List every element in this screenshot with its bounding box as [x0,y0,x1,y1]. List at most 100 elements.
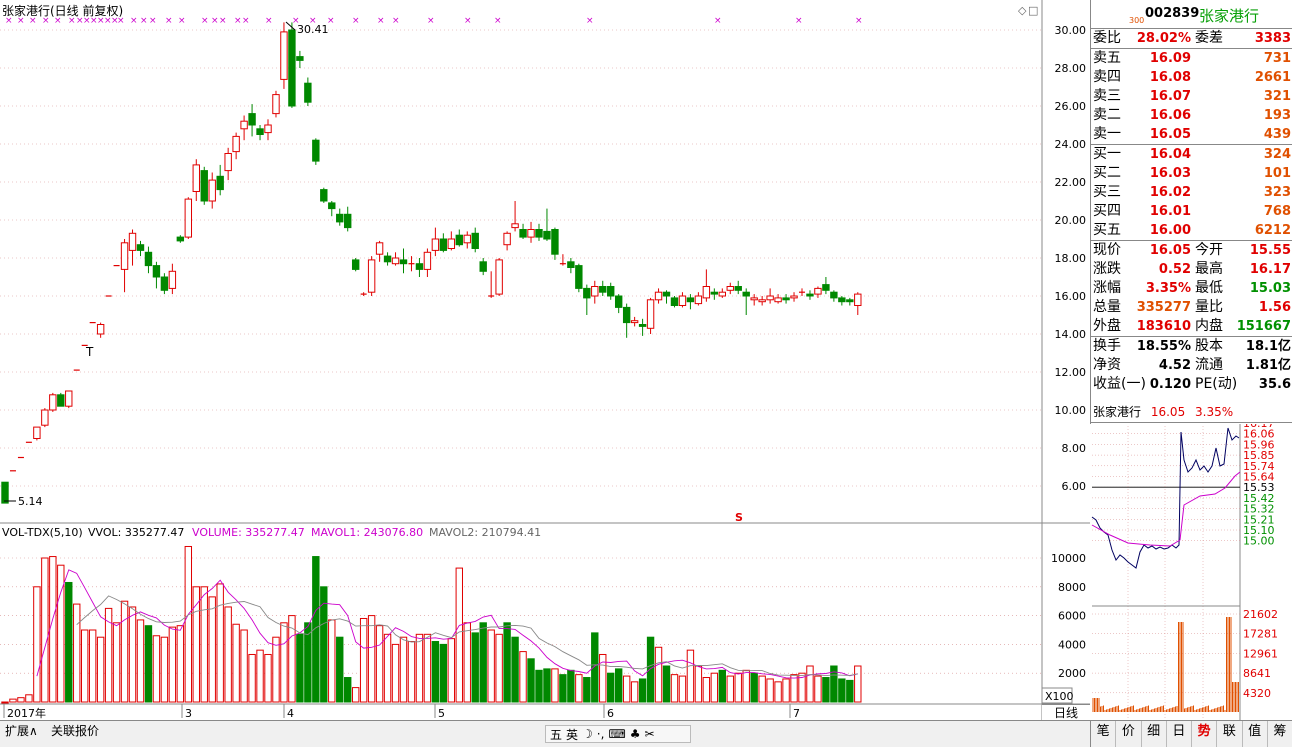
candle-body [702,286,711,299]
volume-bar [344,677,352,703]
volume-bar [407,641,416,703]
right-tab-bar: 笔价细日势联值筹 [1090,720,1292,747]
candle-body [216,175,224,191]
price-grid [0,29,1042,487]
candle-body [646,299,655,329]
candles [1,22,862,504]
candle-body [567,261,575,268]
fund-row: 净资 4.52 流通 1.81亿 [1093,357,1291,373]
candle-body [766,295,774,301]
ime-item-2[interactable]: ☽ [582,727,593,741]
volume-bar [814,675,822,703]
date-label: 7 [793,707,800,720]
candle-body [654,291,663,301]
price-tick-label: 22.00 [1055,176,1087,189]
candle-body [224,153,232,172]
right-tab-2[interactable]: 细 [1142,721,1167,747]
volume-bar [774,681,782,703]
right-tab-3[interactable]: 日 [1167,721,1192,747]
x-marker: × [42,16,50,26]
x-marker: × [178,16,186,26]
x-marker: × [795,16,803,26]
volume-bar [256,649,264,703]
volume-bar [184,545,193,703]
volume-bar [694,665,703,703]
volume-bar [81,629,89,703]
volume-bar [104,607,113,703]
right-tab-1[interactable]: 价 [1116,721,1142,747]
bid-list: 买一 16.04 324 买二 16.03 101 买三 16.02 323 买四 16.01 768… [1091,145,1292,241]
volume-bar [654,646,663,703]
right-tab-7[interactable]: 筹 [1268,721,1292,747]
expand-tab[interactable]: 扩展∧ [2,723,41,739]
ime-toolbar[interactable]: 五英 ☽ ·, ⌨ ♣ ✂ [545,725,691,743]
mini-vol-tick: 17281 [1243,628,1278,641]
x-marker: × [29,16,37,26]
volume-bar [463,622,471,703]
candle-body [200,170,208,202]
candle-body [136,244,145,251]
ime-item-3[interactable]: ·, [597,727,605,741]
intraday-mini-chart[interactable]: 16.1716.0615.9615.8515.7415.6415.5315.42… [1091,417,1291,720]
volume-bar [280,622,288,703]
t-marker: T [85,345,94,359]
volume-bar [782,678,790,703]
diamond-icon[interactable]: ◇ [1018,4,1027,17]
ime-item-1[interactable]: 英 [566,726,578,743]
ask-row: 卖五 16.09 731 [1093,50,1291,66]
volume-bar [375,625,384,703]
x-marker: × [352,16,360,26]
volume-bar [471,632,479,703]
period-label[interactable]: 日线 [1042,704,1090,721]
volume-bar [264,653,272,703]
volume-bar [320,586,328,703]
right-tab-4[interactable]: 势 [1192,721,1218,747]
volume-bar [790,674,798,703]
vol-name: VOL-TDX(5,10) [2,526,83,539]
ime-item-5[interactable]: ♣ [630,727,641,741]
volume-bar [495,633,503,703]
volume-bar [575,674,583,703]
ime-item-0[interactable]: 五 [550,726,562,743]
price-tick-label: 26.00 [1055,100,1087,113]
volume-bar [296,633,304,703]
candle-body [710,291,719,295]
candle-body [583,287,591,299]
candle-body [479,261,487,272]
fundamentals-list: 换手 18.55% 股本 18.1亿 净资 4.52 流通 1.81亿 收益(一) 0.120 PE… [1091,337,1292,394]
volume-bar [176,625,185,703]
mini-price: 16.05 [1150,405,1186,419]
ime-item-4[interactable]: ⌨ [608,727,625,741]
ask-row: 卖三 16.07 321 [1093,88,1291,104]
candle-body [1,481,9,504]
right-tab-5[interactable]: 联 [1217,721,1243,747]
x-marker: × [234,16,242,26]
volume-bar [710,672,719,703]
volume-bar [750,672,758,703]
x-marker: × [149,16,157,26]
candle-body [391,257,400,265]
volume-bar [120,600,129,703]
date-label: 4 [287,707,294,720]
volume-bar [559,674,567,703]
candle-body [128,232,137,251]
price-tick-label: 28.00 [1055,62,1087,75]
candle-body [447,238,456,249]
price-tick-label: 14.00 [1055,328,1087,341]
right-tab-0[interactable]: 笔 [1091,721,1117,747]
x-marker: × [586,16,594,26]
volume-bar [328,619,336,703]
square-icon[interactable]: □ [1028,4,1038,17]
bid-row: 买二 16.03 101 [1093,165,1291,181]
volume-bar [351,687,360,703]
ime-item-6[interactable]: ✂ [645,727,655,741]
price-axis: 30.00 28.00 26.00 24.00 22.00 20.00 18.00 16.00… [1055,24,1087,493]
right-tab-6[interactable]: 值 [1243,721,1268,747]
volume-tick-label: 8000 [1058,581,1086,594]
x-marker: × [714,16,722,26]
candle-body [599,286,607,293]
candle-body [152,265,161,278]
mini-vol-tick: 8641 [1243,667,1271,680]
related-quote-tab[interactable]: 关联报价 [48,723,102,739]
quote-header: 300 002839 张家港行 [1091,0,1292,29]
